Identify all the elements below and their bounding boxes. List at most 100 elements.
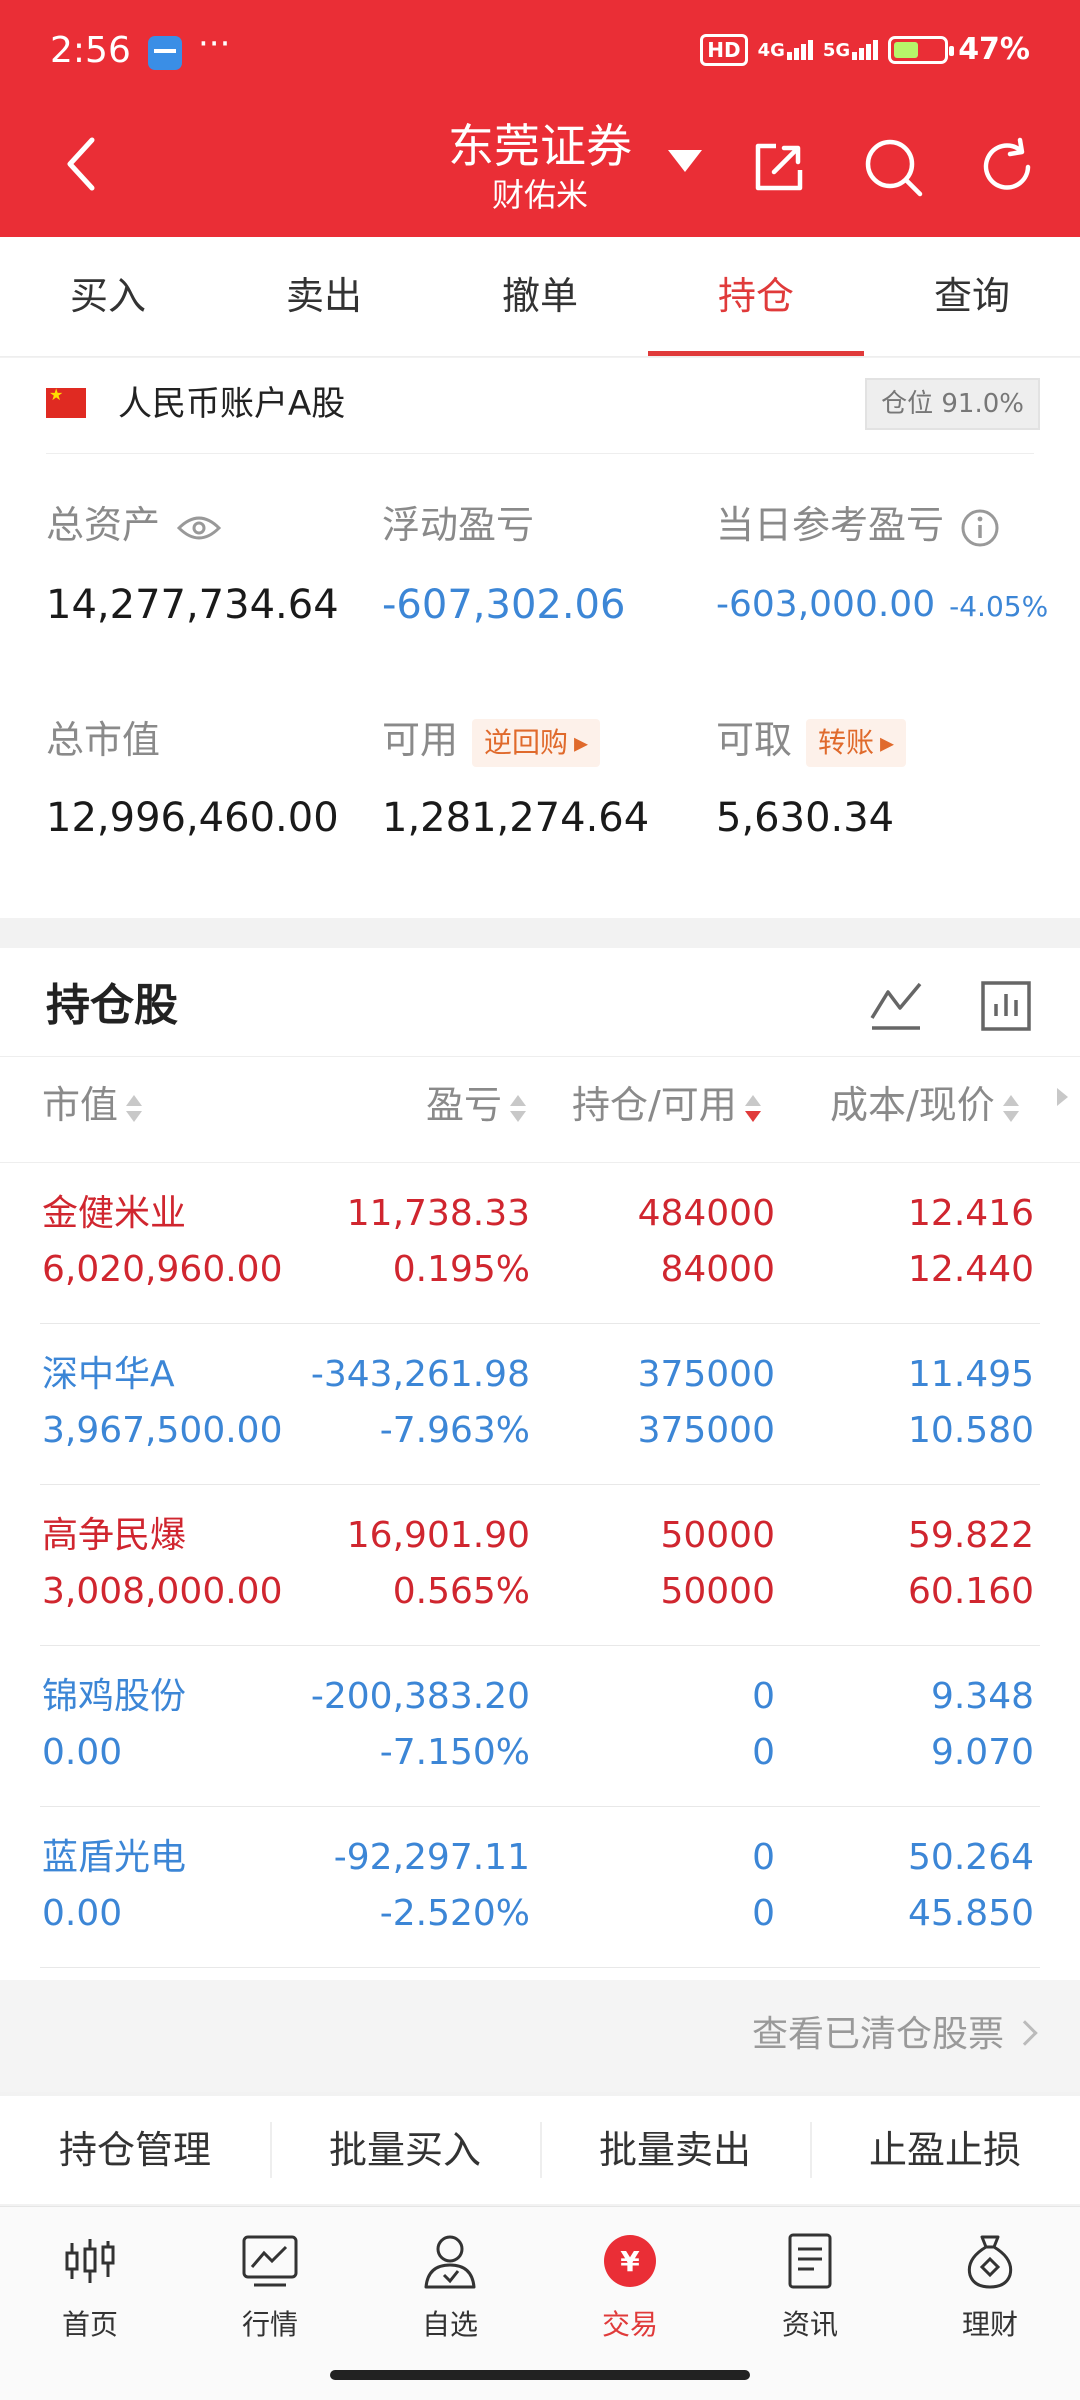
china-flag-icon [46,385,86,418]
nav-wealth[interactable]: 理财 [900,2207,1080,2400]
available-funds-label: 可用 逆回购 [382,716,601,767]
share-icon[interactable] [748,136,810,198]
table-row[interactable]: 蓝盾光电 0.00 -92,297.11 -2.520% 0 0 50.264 … [0,1807,1080,1968]
floating-pl-value: -607,302.06 [382,582,626,628]
stock-name: 锦鸡股份 [42,1676,187,1717]
nav-wealth-label: 理财 [961,2308,1018,2341]
available-funds-value: 1,281,274.64 [382,795,650,841]
stock-price: 10.580 [908,1410,1034,1451]
sort-icon [126,1091,143,1125]
nav-news-label: 资讯 [781,2308,838,2341]
account-switch-caret-icon[interactable] [668,150,702,172]
nav-market-label: 行情 [241,2308,298,2341]
account-name: 人民币账户A股 [118,384,346,424]
column-header-cost-price[interactable]: 成本/现价 [830,1080,1019,1130]
stock-available: 0 [752,1893,775,1934]
candlestick-icon [65,2239,115,2283]
nav-home-label: 首页 [61,2308,118,2341]
nav-home[interactable]: 首页 [0,2207,180,2400]
take-profit-stop-loss-button[interactable]: 止盈止损 [810,2096,1080,2204]
market-value: 12,996,460.00 [46,795,339,841]
tab-sell[interactable]: 卖出 [216,237,432,356]
eye-icon[interactable] [176,514,222,542]
table-row[interactable]: 高争民爆 3,008,000.00 16,901.90 0.565% 50000… [0,1485,1080,1646]
hd-icon: HD [700,33,748,66]
stock-price: 45.850 [908,1893,1034,1934]
info-icon[interactable] [960,508,1000,548]
signal-4g-icon: 4G [758,39,813,60]
stock-market-value: 0.00 [42,1732,123,1773]
holdings-management-button[interactable]: 持仓管理 [0,2096,270,2204]
stock-pl: -200,383.20 [310,1676,530,1717]
signal-5g-icon: 5G [823,39,879,60]
table-row[interactable]: 金健米业 6,020,960.00 11,738.33 0.195% 48400… [0,1163,1080,1324]
stock-price: 12.440 [908,1249,1034,1290]
stock-pl: 11,738.33 [346,1193,530,1234]
table-row[interactable]: 锦鸡股份 0.00 -200,383.20 -7.150% 0 0 9.348 … [0,1646,1080,1807]
stock-available: 0 [752,1732,775,1773]
status-bar: 2:56 ··· HD 4G 5G 47% [0,0,1080,106]
view-cleared-stocks-link[interactable]: 查看已清仓股票 [0,1980,1080,2092]
tab-cancel-order[interactable]: 撤单 [432,237,648,356]
total-assets-value: 14,277,734.64 [46,582,339,628]
column-header-market-value[interactable]: 市值 [42,1080,143,1130]
market-chart-icon [242,2235,298,2287]
stock-holding: 484000 [637,1193,775,1234]
stock-pl-percent: -7.150% [379,1732,530,1773]
chevron-right-icon [1012,2020,1038,2046]
account-row: 人民币账户A股 仓位 91.0% [0,358,1080,454]
table-row[interactable]: 深中华A 3,967,500.00 -343,261.98 -7.963% 37… [0,1324,1080,1485]
stock-pl: -92,297.11 [333,1837,530,1878]
stock-name: 金健米业 [42,1193,187,1234]
stock-available: 50000 [660,1571,775,1612]
stock-available: 84000 [660,1249,775,1290]
stock-pl-percent: -2.520% [379,1893,530,1934]
refresh-icon[interactable] [976,136,1038,198]
transfer-button[interactable]: 转账 [806,718,907,767]
column-header-pl[interactable]: 盈亏 [426,1080,527,1130]
reverse-repo-button[interactable]: 逆回购 [472,718,601,767]
stock-holding: 375000 [637,1354,775,1395]
bar-chart-icon[interactable] [978,978,1034,1034]
status-time: 2:56 [50,30,131,71]
tab-buy[interactable]: 买入 [0,237,216,356]
total-assets-label: 总资产 [46,501,222,549]
withdrawable-label: 可取 转账 [716,716,907,767]
stock-pl: -343,261.98 [310,1354,530,1395]
nav-watchlist-label: 自选 [421,2308,478,2341]
batch-buy-button[interactable]: 批量买入 [270,2096,540,2204]
trade-tabs: 买入 卖出 撤单 持仓 查询 [0,237,1080,357]
market-value-label: 总市值 [46,718,161,762]
stock-pl: 16,901.90 [346,1515,530,1556]
daily-pl-amount: -603,000.00 [716,584,936,625]
gesture-home-bar[interactable] [330,2370,750,2380]
scroll-right-arrow-icon[interactable] [1057,1088,1068,1106]
stock-holding: 50000 [660,1515,775,1556]
stock-cost: 11.495 [908,1354,1034,1395]
battery-icon [888,35,955,64]
nav-trade-label: 交易 [601,2308,658,2341]
sort-desc-icon [744,1091,761,1125]
withdrawable-value: 5,630.34 [716,795,895,841]
sort-icon [510,1091,527,1125]
stock-pl-percent: 0.565% [392,1571,530,1612]
line-chart-icon[interactable] [868,978,924,1034]
column-header-holding-text: 持仓/可用 [572,1083,737,1127]
divider [40,1967,1040,1968]
stock-market-value: 6,020,960.00 [42,1249,283,1290]
view-cleared-stocks-label: 查看已清仓股票 [751,2014,1004,2055]
tab-query[interactable]: 查询 [864,237,1080,356]
stock-pl-percent: 0.195% [392,1249,530,1290]
search-icon[interactable] [862,136,924,198]
daily-pl-percent: -4.05% [949,590,1049,623]
holdings-section: 持仓股 市值 盈亏 持仓/可用 成本/现价 金健米业 6,020,960.00 … [0,948,1080,1980]
divider [0,1056,1080,1057]
column-header-holding-available[interactable]: 持仓/可用 [572,1080,761,1130]
daily-pl-value: -603,000.00 -4.05% [716,580,1048,632]
stock-available: 375000 [637,1410,775,1451]
divider [46,453,1034,454]
stock-holding: 0 [752,1676,775,1717]
batch-sell-button[interactable]: 批量卖出 [540,2096,810,2204]
tab-holdings[interactable]: 持仓 [648,237,864,356]
stock-cost: 50.264 [908,1837,1034,1878]
